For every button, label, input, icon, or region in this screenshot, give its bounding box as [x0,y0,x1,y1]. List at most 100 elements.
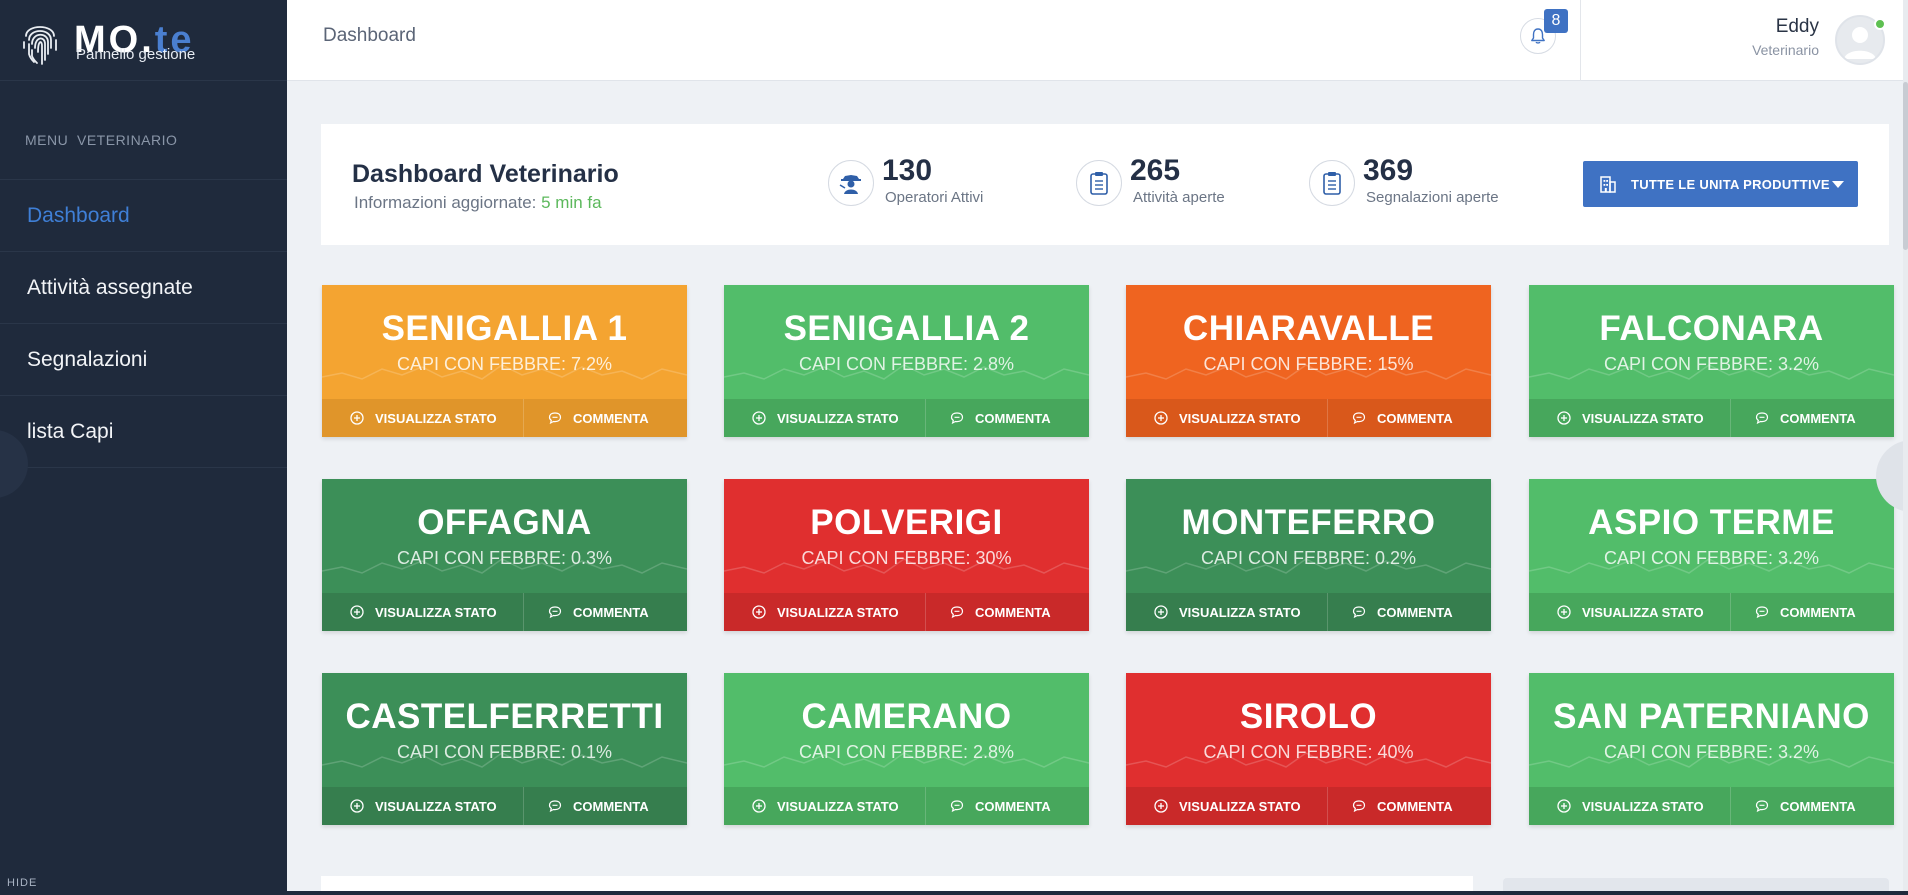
plus-circle-icon [1557,411,1571,425]
view-status-button[interactable]: VISUALIZZA STATO [724,593,926,631]
fever-percentage: CAPI CON FEBBRE: 40% [1203,742,1414,762]
unit-card[interactable]: SIROLO CAPI CON FEBBRE: 40% VISUALIZZA STA… [1126,673,1491,825]
comment-button[interactable]: COMMENTA [524,399,649,437]
card-actions: VISUALIZZA STATO COMMENTA [322,399,687,437]
view-status-label: VISUALIZZA STATO [1179,604,1301,620]
breadcrumb[interactable]: Dashboard [323,25,416,47]
plus-circle-icon [350,605,364,619]
plus-circle-icon [1557,605,1571,619]
fever-percentage: CAPI CON FEBBRE: 3.2% [1603,354,1820,374]
unit-card[interactable]: SENIGALLIA 2 CAPI CON FEBBRE: 2.8% VISUALI… [724,285,1089,437]
unit-name: OFFAGNA [417,503,592,542]
comment-button[interactable]: COMMENTA [1328,399,1453,437]
card-actions: VISUALIZZA STATO COMMENTA [1529,593,1894,631]
view-status-label: VISUALIZZA STATO [777,410,899,426]
unit-name: POLVERIGI [810,503,1003,542]
unit-name: CAMERANO [801,697,1012,736]
view-status-button[interactable]: VISUALIZZA STATO [724,787,926,825]
comment-button[interactable]: COMMENTA [524,787,649,825]
view-status-button[interactable]: VISUALIZZA STATO [1529,593,1731,631]
comment-button[interactable]: COMMENTA [1731,787,1856,825]
unit-card[interactable]: CASTELFERRETTI CAPI CON FEBBRE: 0.1% VISUA… [322,673,687,825]
sidebar-item-lista-capi[interactable]: lista Capi [0,396,287,468]
comment-label: COMMENTA [975,604,1051,620]
topbar-divider [1580,0,1581,81]
view-status-label: VISUALIZZA STATO [777,604,899,620]
unit-card[interactable]: FALCONARA CAPI CON FEBBRE: 3.2% VISUALIZZA… [1529,285,1894,437]
view-status-button[interactable]: VISUALIZZA STATO [322,787,524,825]
plus-circle-icon [1154,411,1168,425]
plus-circle-icon [1154,605,1168,619]
view-status-button[interactable]: VISUALIZZA STATO [1529,787,1731,825]
unit-name: SAN PATERNIANO [1553,697,1870,736]
unit-selector-label: TUTTE LE UNITA PRODUTTIVE [1631,176,1830,192]
view-status-button[interactable]: VISUALIZZA STATO [1126,787,1328,825]
view-status-label: VISUALIZZA STATO [1179,798,1301,814]
unit-card[interactable]: CHIARAVALLE CAPI CON FEBBRE: 15% VISUALIZZ… [1126,285,1491,437]
unit-card[interactable]: CAMERANO CAPI CON FEBBRE: 2.8% VISUALIZZA … [724,673,1089,825]
fever-percentage: CAPI CON FEBBRE: 0.2% [1200,548,1417,568]
comment-label: COMMENTA [975,798,1051,814]
comment-button[interactable]: COMMENTA [926,399,1051,437]
stat-value: 369 [1363,154,1414,187]
unit-card[interactable]: POLVERIGI CAPI CON FEBBRE: 30% VISUALIZZA … [724,479,1089,631]
unit-name: CASTELFERRETTI [345,697,664,736]
unit-selector-button[interactable]: TUTTE LE UNITA PRODUTTIVE [1583,161,1858,207]
stat-value: 265 [1130,154,1181,187]
fever-percentage: CAPI CON FEBBRE: 30% [801,548,1012,568]
fever-percentage: CAPI CON FEBBRE: 0.1% [396,742,613,762]
view-status-button[interactable]: VISUALIZZA STATO [1126,593,1328,631]
comment-button[interactable]: COMMENTA [1731,593,1856,631]
comment-icon [1352,606,1366,619]
brand[interactable]: MO.te Pannello gestione [0,0,287,81]
comment-button[interactable]: COMMENTA [524,593,649,631]
topbar: Dashboard 8 Eddy Veterinario [287,0,1908,81]
menu-header: MENU VETERINARIO [0,81,287,180]
view-status-label: VISUALIZZA STATO [375,410,497,426]
card-actions: VISUALIZZA STATO COMMENTA [1529,399,1894,437]
view-status-button[interactable]: VISUALIZZA STATO [724,399,926,437]
view-status-button[interactable]: VISUALIZZA STATO [1126,399,1328,437]
scrollbar-thumb[interactable] [1903,82,1908,250]
card-actions: VISUALIZZA STATO COMMENTA [1126,399,1491,437]
page-title: Dashboard Veterinario [352,160,619,188]
comment-icon [1755,606,1769,619]
unit-card[interactable]: ASPIO TERME CAPI CON FEBBRE: 3.2% VISUALIZ… [1529,479,1894,631]
notifications-badge: 8 [1544,9,1568,33]
plus-circle-icon [752,799,766,813]
sidebar-item-dashboard[interactable]: Dashboard [0,180,287,252]
fever-percentage: CAPI CON FEBBRE: 7.2% [396,354,613,374]
comment-icon [950,606,964,619]
view-status-label: VISUALIZZA STATO [777,798,899,814]
comment-button[interactable]: COMMENTA [1328,787,1453,825]
bottom-edge [287,891,1908,895]
unit-card[interactable]: MONTEFERRO CAPI CON FEBBRE: 0.2% VISUALIZZ… [1126,479,1491,631]
comment-button[interactable]: COMMENTA [926,787,1051,825]
view-status-label: VISUALIZZA STATO [375,798,497,814]
user-role: Veterinario [1752,42,1819,58]
sidebar-item-segnalazioni[interactable]: Segnalazioni [0,324,287,396]
view-status-button[interactable]: VISUALIZZA STATO [1529,399,1731,437]
comment-button[interactable]: COMMENTA [1731,399,1856,437]
app-root: MO.te Pannello gestione MENU VETERINARIO… [0,0,1908,895]
view-status-button[interactable]: VISUALIZZA STATO [322,399,524,437]
comment-icon [548,412,562,425]
view-status-button[interactable]: VISUALIZZA STATO [322,593,524,631]
comment-button[interactable]: COMMENTA [926,593,1051,631]
comment-icon [950,412,964,425]
comment-label: COMMENTA [1780,604,1856,620]
comment-label: COMMENTA [573,604,649,620]
unit-card[interactable]: OFFAGNA CAPI CON FEBBRE: 0.3% VISUALIZZA S… [322,479,687,631]
plus-circle-icon [350,799,364,813]
comment-label: COMMENTA [1780,798,1856,814]
stat-label: Operatori Attivi [885,189,984,206]
sidebar-hide-button[interactable]: HIDE [7,877,37,889]
comment-button[interactable]: COMMENTA [1328,593,1453,631]
unit-name: MONTEFERRO [1181,503,1436,542]
user-name[interactable]: Eddy [1776,16,1819,38]
sidebar-item-attivita-assegnate[interactable]: Attività assegnate [0,252,287,324]
unit-card[interactable]: SAN PATERNIANO CAPI CON FEBBRE: 3.2% VISUA… [1529,673,1894,825]
online-status-dot [1874,18,1886,30]
stat-label: Attività aperte [1133,189,1225,206]
unit-card[interactable]: SENIGALLIA 1 CAPI CON FEBBRE: 7.2% VISUALI… [322,285,687,437]
